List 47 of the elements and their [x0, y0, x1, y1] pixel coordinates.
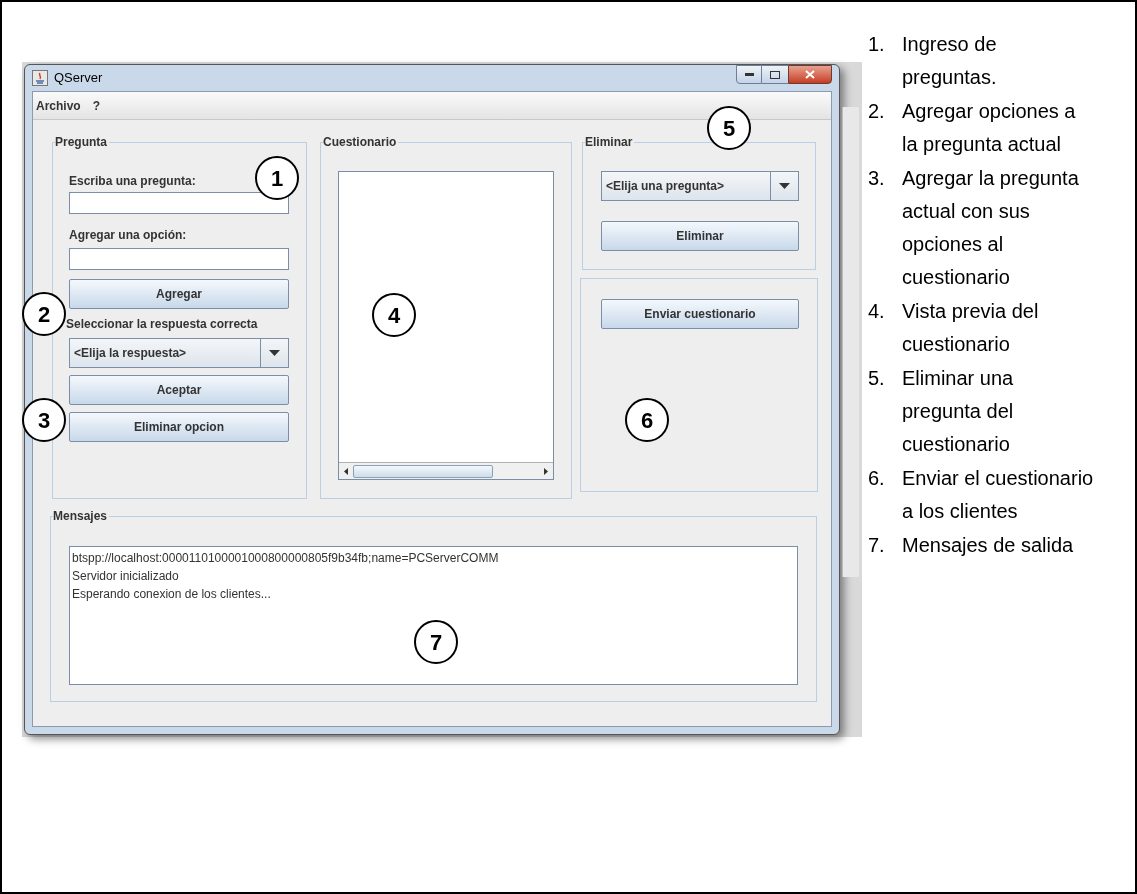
- legend-text: Agregar opciones a la pregunta actual: [902, 99, 1077, 157]
- button[interactable]: Enviar cuestionario: [601, 299, 799, 329]
- scrollbar-thumb[interactable]: [353, 464, 493, 478]
- dropdown[interactable]: <Elija una pregunta>: [601, 171, 799, 201]
- caret-icon: [779, 183, 790, 189]
- legend-text: Ingreso de preguntas.: [902, 32, 998, 90]
- legend-text: Vista previa del cuestionario: [902, 299, 1040, 357]
- field-label: Seleccionar la respuesta correcta: [66, 317, 258, 331]
- field-label: Agregar una opción:: [69, 228, 187, 242]
- maximize-icon: [770, 70, 780, 79]
- list-number: 4.: [868, 299, 886, 324]
- dropdown[interactable]: <Elija la respuesta>: [69, 338, 289, 368]
- input-field[interactable]: [69, 192, 289, 214]
- field-label: Escriba una pregunta:: [69, 174, 196, 188]
- close-icon: [805, 70, 815, 79]
- minimize-button[interactable]: [736, 65, 762, 84]
- menu-item[interactable]: Archivo: [36, 96, 81, 115]
- close-button[interactable]: [788, 65, 832, 84]
- dropdown-value: <Elija la respuesta>: [73, 345, 188, 362]
- button[interactable]: Eliminar: [601, 221, 799, 251]
- legend-text: Eliminar una pregunta del cuestionario: [902, 366, 1015, 457]
- button[interactable]: Aceptar: [69, 375, 289, 405]
- dropdown-value: <Elija una pregunta>: [605, 178, 726, 195]
- caret-icon: [269, 350, 280, 356]
- input-field[interactable]: [69, 248, 289, 270]
- button[interactable]: Agregar: [69, 279, 289, 309]
- menu-item[interactable]: ?: [92, 96, 101, 115]
- message-line: Servidor inicializado: [72, 568, 180, 585]
- list-number: 7.: [868, 533, 886, 558]
- message-line: btspp://localhost:0000110100001000800000805f9b34fb;name=PCServerCOMM: [72, 550, 500, 567]
- legend-text: Enviar el cuestionario a los clientes: [902, 466, 1095, 524]
- legend-text: Mensajes de salida: [902, 533, 1075, 558]
- list-number: 2.: [868, 99, 886, 124]
- group-title: Mensajes: [53, 508, 110, 524]
- maximize-button[interactable]: [762, 65, 788, 84]
- button[interactable]: Eliminar opcion: [69, 412, 289, 442]
- app-icon: [32, 70, 48, 86]
- list-number: 3.: [868, 166, 886, 191]
- list-number: 1.: [868, 32, 886, 57]
- window-title: QServer: [54, 69, 103, 88]
- horizontal-scrollbar[interactable]: [339, 462, 553, 479]
- minimize-icon: [744, 73, 754, 76]
- list-number: 5.: [868, 366, 886, 391]
- group-title: Pregunta: [55, 134, 109, 150]
- list-number: 6.: [868, 466, 886, 491]
- legend-text: Agregar la pregunta actual con sus opciones al cuestionario: [902, 166, 1080, 290]
- message-line: Esperando conexion de los clientes...: [72, 586, 272, 603]
